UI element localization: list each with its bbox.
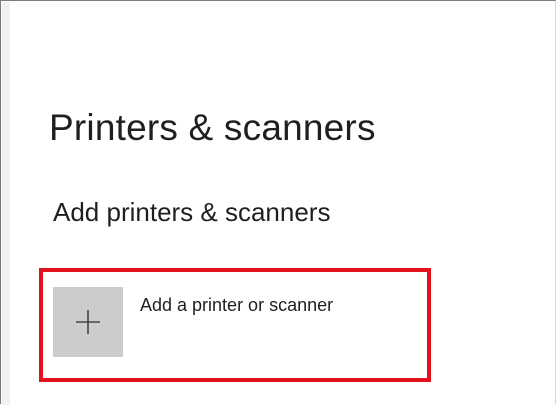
add-tile[interactable] [53, 287, 123, 357]
page-title: Printers & scanners [49, 107, 376, 148]
add-printer-button[interactable]: Add a printer or scanner [53, 287, 413, 359]
settings-window: Printers & scanners Add printers & scann… [0, 0, 556, 405]
plus-icon [76, 310, 100, 334]
left-edge-strip [2, 2, 10, 405]
section-heading: Add printers & scanners [53, 197, 331, 227]
add-printer-label: Add a printer or scanner [140, 295, 334, 315]
